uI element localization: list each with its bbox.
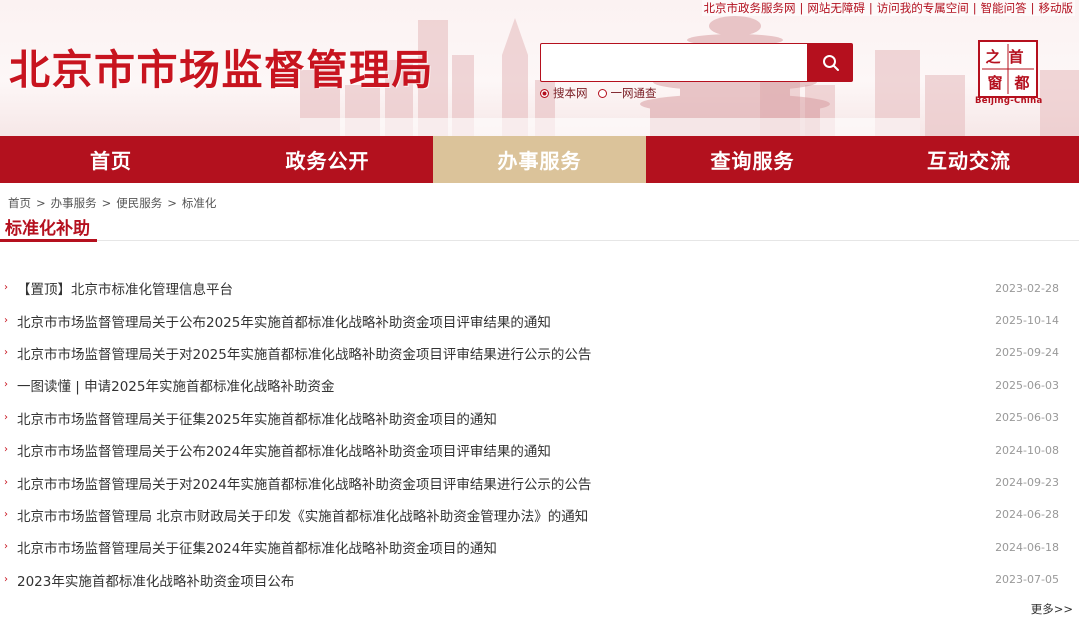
radio-selected-icon [540,88,549,98]
bullet-arrow-icon: › [4,476,8,488]
list-item[interactable]: › 北京市市场监督管理局 北京市财政局关于印发《实施首都标准化战略补助资金管理办… [0,499,1079,531]
nav-home[interactable]: 首页 [0,136,222,183]
article-title[interactable]: 北京市市场监督管理局关于公布2024年实施首都标准化战略补助资金项目评审结果的通… [17,440,551,460]
top-link-gov-service[interactable]: 北京市政务服务网 [704,0,796,16]
article-title[interactable]: 【置顶】北京市标准化管理信息平台 [17,278,233,298]
breadcrumb-home[interactable]: 首页 [8,195,31,211]
article-title[interactable]: 一图读懂 | 申请2025年实施首都标准化战略补助资金 [17,375,335,395]
breadcrumb-separator: > [36,196,46,210]
article-title[interactable]: 北京市市场监督管理局关于公布2025年实施首都标准化战略补助资金项目评审结果的通… [17,311,551,331]
main-nav: 首页 政务公开 办事服务 查询服务 互动交流 [0,136,1079,183]
section-title: 标准化补助 [5,219,90,239]
bullet-arrow-icon: › [4,444,8,456]
list-item[interactable]: › 2023年实施首都标准化战略补助资金项目公布 2023-07-05 [0,564,1079,596]
breadcrumb-standardization[interactable]: 标准化 [182,195,217,211]
article-date: 2024-10-08 [995,443,1059,457]
list-item[interactable]: › 北京市市场监督管理局关于征集2024年实施首都标准化战略补助资金项目的通知 … [0,531,1079,563]
article-date: 2025-10-14 [995,314,1059,328]
section-divider-accent [0,239,97,242]
bullet-arrow-icon: › [4,379,8,391]
section-divider [0,240,1079,241]
bullet-arrow-icon: › [4,508,8,520]
bullet-arrow-icon: › [4,411,8,423]
top-link-accessibility[interactable]: 网站无障碍 [807,0,865,16]
scope-label: 搜本网 [553,86,588,100]
bullet-arrow-icon: › [4,541,8,553]
article-title[interactable]: 北京市市场监督管理局关于征集2025年实施首都标准化战略补助资金项目的通知 [17,408,497,428]
article-title[interactable]: 北京市市场监督管理局 北京市财政局关于印发《实施首都标准化战略补助资金管理办法》… [17,505,588,525]
search-icon [822,54,839,71]
logo-char: 之 [985,48,1000,66]
top-link-personal-space[interactable]: 访问我的专属空间 [877,0,969,16]
nav-gov-affairs[interactable]: 政务公开 [222,136,433,183]
separator: | [1030,1,1035,15]
article-date: 2025-06-03 [995,378,1059,392]
search-button[interactable] [808,43,853,82]
logo-caption: Beijing-China [975,96,1043,106]
search-scope: 搜本网 一网通查 [540,85,667,101]
nav-query[interactable]: 查询服务 [646,136,859,183]
article-date: 2025-06-03 [995,411,1059,425]
top-links-bar: 北京市政务服务网 | 网站无障碍 | 访问我的专属空间 | 智能问答 | 移动版 [701,0,1075,16]
list-item[interactable]: › 北京市市场监督管理局关于公布2025年实施首都标准化战略补助资金项目评审结果… [0,304,1079,336]
article-date: 2024-06-18 [995,540,1059,554]
scope-option-all[interactable]: 一网通查 [597,85,657,101]
logo-char: 首 [1008,48,1023,66]
breadcrumb-services[interactable]: 办事服务 [51,195,97,211]
logo-char: 窗 [987,74,1002,92]
article-date: 2025-09-24 [995,346,1059,360]
separator: | [972,1,977,15]
article-title[interactable]: 北京市市场监督管理局关于征集2024年实施首都标准化战略补助资金项目的通知 [17,537,497,557]
bullet-arrow-icon: › [4,573,8,585]
site-header: 北京市政务服务网 | 网站无障碍 | 访问我的专属空间 | 智能问答 | 移动版… [0,0,1079,136]
breadcrumb-separator: > [101,196,112,210]
article-date: 2024-09-23 [995,476,1059,490]
site-title[interactable]: 北京市市场监督管理局 [9,36,434,96]
logo-char: 都 [1013,74,1029,92]
article-title[interactable]: 2023年实施首都标准化战略补助资金项目公布 [17,570,294,590]
breadcrumb-convenience[interactable]: 便民服务 [116,195,162,211]
article-date: 2023-07-05 [995,573,1059,587]
bullet-arrow-icon: › [4,282,8,294]
article-date: 2024-06-28 [995,508,1059,522]
more-link[interactable]: 更多>> [1031,601,1073,617]
separator: | [868,1,873,15]
bullet-arrow-icon: › [4,346,8,358]
separator: | [799,1,804,15]
list-item[interactable]: › 北京市市场监督管理局关于对2025年实施首都标准化战略补助资金项目评审结果进… [0,337,1079,369]
scope-option-this-site[interactable]: 搜本网 [540,85,588,101]
article-title[interactable]: 北京市市场监督管理局关于对2025年实施首都标准化战略补助资金项目评审结果进行公… [17,343,591,363]
top-link-mobile[interactable]: 移动版 [1039,0,1074,16]
list-item[interactable]: › 【置顶】北京市标准化管理信息平台 2023-02-28 [0,272,1079,304]
list-item[interactable]: › 北京市市场监督管理局关于公布2024年实施首都标准化战略补助资金项目评审结果… [0,434,1079,466]
article-title[interactable]: 北京市市场监督管理局关于对2024年实施首都标准化战略补助资金项目评审结果进行公… [17,473,591,493]
top-link-smart-qa[interactable]: 智能问答 [981,0,1027,16]
radio-unselected-icon [597,88,607,98]
breadcrumb-separator: > [167,196,177,210]
list-item[interactable]: › 北京市市场监督管理局关于对2024年实施首都标准化战略补助资金项目评审结果进… [0,466,1079,498]
nav-services[interactable]: 办事服务 [433,136,646,183]
breadcrumb: 首页 > 办事服务 > 便民服务 > 标准化 [8,195,216,211]
nav-interaction[interactable]: 互动交流 [859,136,1079,183]
search-input[interactable] [541,44,807,81]
bullet-arrow-icon: › [4,314,8,326]
list-item[interactable]: › 一图读懂 | 申请2025年实施首都标准化战略补助资金 2025-06-03 [0,369,1079,401]
scope-label: 一网通查 [610,86,657,100]
article-date: 2023-02-28 [995,281,1059,295]
search-box [540,43,808,82]
article-list: › 【置顶】北京市标准化管理信息平台 2023-02-28 › 北京市市场监督管… [0,272,1079,596]
list-item[interactable]: › 北京市市场监督管理局关于征集2025年实施首都标准化战略补助资金项目的通知 … [0,402,1079,434]
